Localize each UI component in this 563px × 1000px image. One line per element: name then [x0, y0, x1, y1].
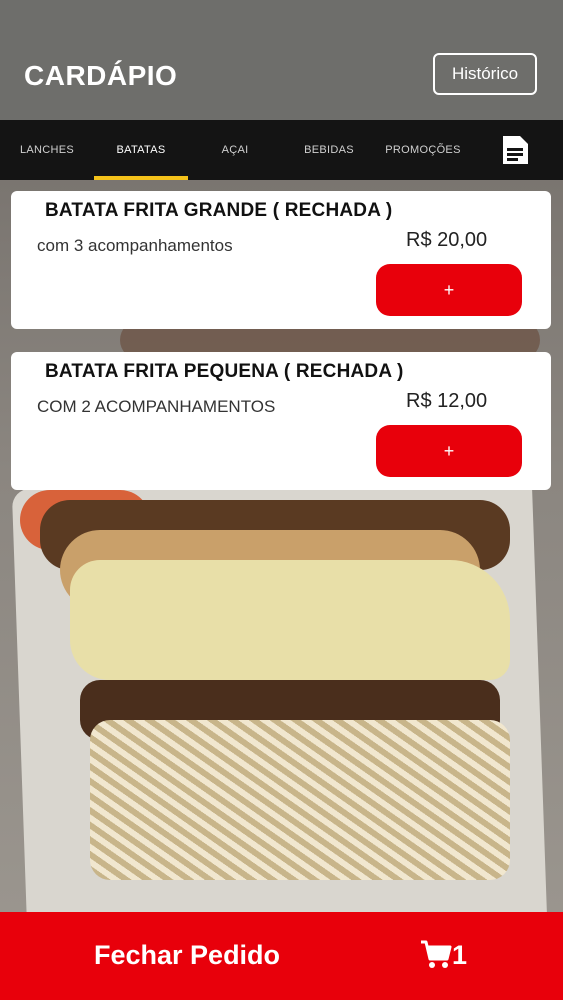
- tab-promocoes[interactable]: PROMOÇÕES: [376, 120, 470, 180]
- tab-lanches[interactable]: LANCHES: [0, 120, 94, 180]
- product-description: com 3 acompanhamentos: [37, 236, 233, 255]
- tab-acai[interactable]: AÇAI: [188, 120, 282, 180]
- product-name: BATATA FRITA GRANDE ( RECHADA ): [45, 200, 393, 221]
- active-tab-indicator: [94, 176, 188, 180]
- product-price: R$ 20,00: [406, 229, 488, 251]
- category-tabs: LANCHES BATATAS AÇAI BEBIDAS PROMOÇÕES: [0, 120, 563, 180]
- product-name: BATATA FRITA PEQUENA ( RECHADA ): [45, 361, 404, 382]
- add-to-cart-button[interactable]: +: [376, 264, 522, 316]
- product-card: BATATA FRITA GRANDE ( RECHADA ) com 3 ac…: [11, 191, 551, 329]
- document-icon[interactable]: [500, 134, 530, 166]
- cart-icon: [421, 940, 452, 968]
- product-price: R$ 12,00: [406, 390, 488, 412]
- page-title: CARDÁPIO: [24, 60, 178, 91]
- tab-batatas[interactable]: BATATAS: [94, 120, 188, 180]
- product-card: BATATA FRITA PEQUENA ( RECHADA ) COM 2 A…: [11, 352, 551, 490]
- history-button[interactable]: Histórico: [433, 53, 537, 95]
- cart-count-badge: 1: [452, 940, 468, 970]
- product-description: COM 2 ACOMPANHAMENTOS: [37, 397, 276, 416]
- close-order-button[interactable]: Fechar Pedido: [94, 940, 280, 971]
- tab-bebidas[interactable]: BEBIDAS: [282, 120, 376, 180]
- app-header: CARDÁPIO Histórico: [0, 0, 563, 120]
- add-to-cart-button[interactable]: +: [376, 425, 522, 477]
- close-order-bar[interactable]: Fechar Pedido 1: [0, 912, 563, 1000]
